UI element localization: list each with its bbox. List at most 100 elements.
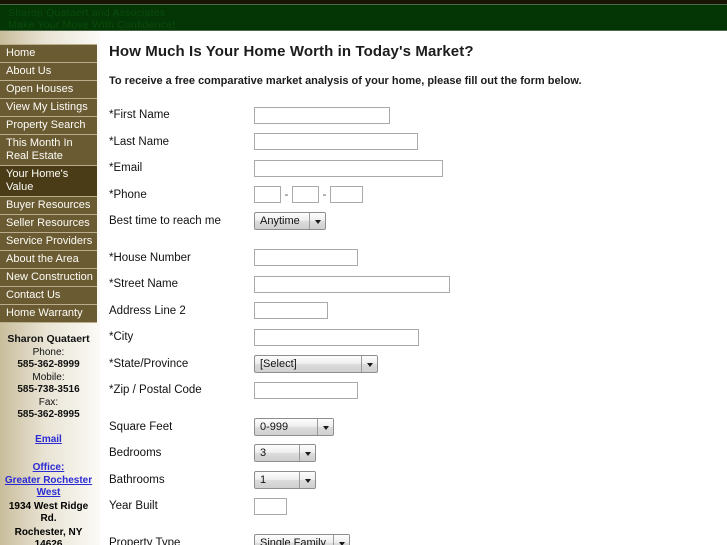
street-name-field bbox=[254, 275, 450, 293]
form-row-first-name: *First Name bbox=[109, 102, 727, 129]
sidebar-item-home[interactable]: Home bbox=[0, 45, 97, 63]
phone-prefix-input[interactable] bbox=[292, 186, 319, 204]
state-province-label: *State/Province bbox=[109, 357, 189, 370]
zip-field bbox=[254, 381, 358, 399]
sidebar-item-about-the-area[interactable]: About the Area bbox=[0, 251, 97, 269]
form-row-bedrooms: Bedrooms 3 bbox=[109, 440, 727, 467]
office-block: Office: Greater Rochester West 1934 West… bbox=[0, 446, 97, 545]
form-row-phone: *Phone - - bbox=[109, 182, 727, 209]
phone-line-input[interactable] bbox=[330, 186, 363, 204]
email-row: Email bbox=[2, 422, 95, 447]
email-input[interactable] bbox=[254, 159, 443, 177]
best-time-select[interactable]: Anytime bbox=[254, 212, 326, 231]
chevron-down-icon[interactable] bbox=[299, 471, 315, 488]
state-province-select[interactable]: [Select] bbox=[254, 354, 378, 373]
fax-value: 585-362-8995 bbox=[17, 409, 80, 420]
office-name-link-line2[interactable]: West bbox=[2, 487, 95, 500]
office-name-link-line1[interactable]: Greater Rochester bbox=[2, 475, 95, 488]
house-number-field bbox=[254, 249, 358, 267]
site-tagline: Make Your Move With Confidence! bbox=[8, 19, 176, 31]
city-label: *City bbox=[109, 331, 134, 344]
sidebar-item-your-homes-value[interactable]: Your Home's Value bbox=[0, 166, 97, 197]
sidebar-top-spacer bbox=[0, 31, 100, 44]
chevron-down-icon[interactable] bbox=[333, 534, 349, 545]
phone-separator-2: - bbox=[322, 188, 327, 201]
city-field bbox=[254, 328, 419, 346]
sidebar-item-home-warranty[interactable]: Home Warranty bbox=[0, 305, 97, 323]
phone-label: Phone: bbox=[32, 346, 65, 358]
zip-input[interactable] bbox=[254, 381, 358, 399]
home-value-form: *First Name *Last Name *Email *Phone - -… bbox=[109, 102, 727, 545]
sidebar-item-view-my-listings[interactable]: View My Listings bbox=[0, 99, 97, 117]
square-feet-value: 0-999 bbox=[260, 420, 289, 433]
office-label-link[interactable]: Office: bbox=[2, 462, 95, 475]
best-time-label: Best time to reach me bbox=[109, 215, 221, 228]
last-name-input[interactable] bbox=[254, 133, 418, 151]
sidebar-item-contact-us[interactable]: Contact Us bbox=[0, 287, 97, 305]
sidebar-item-buyer-resources[interactable]: Buyer Resources bbox=[0, 197, 97, 215]
address-line2-input[interactable] bbox=[254, 302, 328, 320]
site-banner: Sharon Quataert and Associates Make Your… bbox=[0, 4, 727, 31]
square-feet-select[interactable]: 0-999 bbox=[254, 417, 334, 436]
form-row-last-name: *Last Name bbox=[109, 129, 727, 156]
street-name-input[interactable] bbox=[254, 275, 450, 293]
form-row-property-type: Property Type Single Family bbox=[109, 530, 727, 545]
first-name-field bbox=[254, 106, 390, 124]
best-time-value: Anytime bbox=[260, 215, 300, 228]
bathrooms-field: 1 bbox=[254, 470, 316, 489]
form-row-best-time: Best time to reach me Anytime bbox=[109, 208, 727, 235]
chevron-down-icon[interactable] bbox=[309, 213, 325, 230]
sidebar-item-property-search[interactable]: Property Search bbox=[0, 117, 97, 135]
agent-contact-block: Sharon Quataert Phone: 585-362-8999 Mobi… bbox=[0, 323, 97, 446]
house-number-input[interactable] bbox=[254, 249, 358, 267]
phone-area-input[interactable] bbox=[254, 186, 281, 204]
page-intro: To receive a free comparative market ana… bbox=[109, 75, 582, 87]
street-name-label: *Street Name bbox=[109, 278, 179, 291]
square-feet-label: Square Feet bbox=[109, 420, 173, 433]
email-field bbox=[254, 159, 443, 177]
address-line2-field bbox=[254, 302, 328, 320]
house-number-label: *House Number bbox=[109, 251, 191, 264]
first-name-input[interactable] bbox=[254, 106, 390, 124]
mobile-value: 585-738-3516 bbox=[17, 384, 80, 395]
bedrooms-value: 3 bbox=[260, 447, 267, 460]
year-built-field bbox=[254, 497, 287, 515]
sidebar-item-this-month-in-real-estate[interactable]: This Month In Real Estate bbox=[0, 135, 97, 166]
best-time-field: Anytime bbox=[254, 212, 326, 231]
phone-separator-1: - bbox=[284, 188, 289, 201]
bedrooms-field: 3 bbox=[254, 444, 316, 463]
property-type-label: Property Type bbox=[109, 536, 181, 545]
form-row-bathrooms: Bathrooms 1 bbox=[109, 467, 727, 494]
chevron-down-icon[interactable] bbox=[299, 445, 315, 462]
year-built-input[interactable] bbox=[254, 497, 287, 515]
office-address-line1: 1934 West Ridge Rd. bbox=[8, 500, 89, 525]
sidebar-item-open-houses[interactable]: Open Houses bbox=[0, 81, 97, 99]
sidebar-item-new-construction[interactable]: New Construction bbox=[0, 269, 97, 287]
sidebar: Home About Us Open Houses View My Listin… bbox=[0, 31, 100, 545]
city-input[interactable] bbox=[254, 328, 419, 346]
email-link[interactable]: Email bbox=[35, 434, 62, 445]
zip-label: *Zip / Postal Code bbox=[109, 384, 202, 397]
property-type-field: Single Family bbox=[254, 533, 350, 545]
form-row-address-line2: Address Line 2 bbox=[109, 298, 727, 325]
chevron-down-icon[interactable] bbox=[361, 355, 377, 372]
bathrooms-value: 1 bbox=[260, 473, 267, 486]
fax-label: Fax: bbox=[38, 396, 59, 408]
bedrooms-select[interactable]: 3 bbox=[254, 444, 316, 463]
bathrooms-select[interactable]: 1 bbox=[254, 470, 316, 489]
form-row-zip: *Zip / Postal Code bbox=[109, 377, 727, 404]
bedrooms-label: Bedrooms bbox=[109, 447, 162, 460]
site-title: Sharon Quataert and Associates bbox=[8, 7, 166, 19]
sidebar-item-seller-resources[interactable]: Seller Resources bbox=[0, 215, 97, 233]
phone-field: - - bbox=[254, 186, 363, 204]
form-row-square-feet: Square Feet 0-999 bbox=[109, 414, 727, 441]
sidebar-item-service-providers[interactable]: Service Providers bbox=[0, 233, 97, 251]
state-province-field: [Select] bbox=[254, 354, 378, 373]
property-type-select[interactable]: Single Family bbox=[254, 533, 350, 545]
last-name-field bbox=[254, 133, 418, 151]
sidebar-item-about-us[interactable]: About Us bbox=[0, 63, 97, 81]
last-name-label: *Last Name bbox=[109, 135, 170, 148]
first-name-label: *First Name bbox=[109, 109, 170, 122]
chevron-down-icon[interactable] bbox=[317, 418, 333, 435]
property-type-value: Single Family bbox=[260, 536, 327, 545]
